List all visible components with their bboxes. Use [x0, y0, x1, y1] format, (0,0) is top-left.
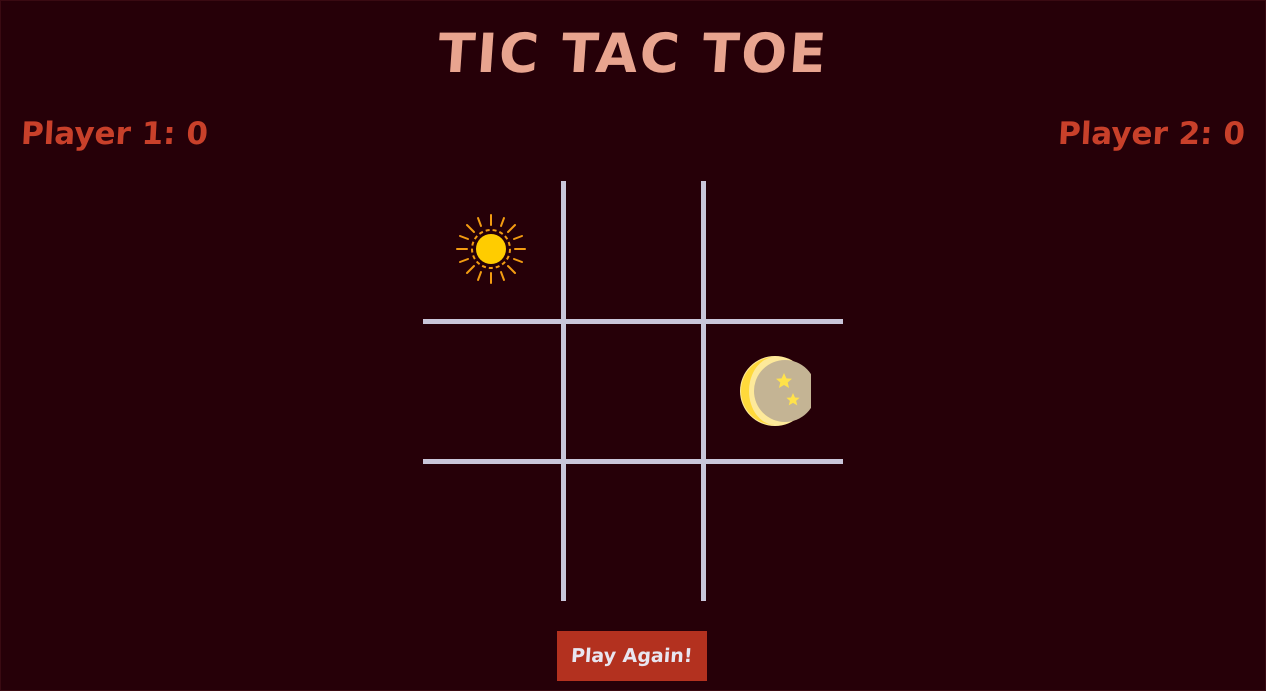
board-cell-4[interactable]	[565, 323, 701, 459]
player1-score: Player 1: 0	[20, 116, 209, 152]
board-cell-3[interactable]	[423, 323, 559, 459]
board-cell-1[interactable]	[565, 181, 701, 317]
board-cell-2[interactable]	[707, 181, 843, 317]
play-again-label: Play Again!	[570, 645, 694, 667]
board-cell-7[interactable]	[565, 465, 701, 601]
play-again-button[interactable]: Play Again!	[557, 631, 707, 681]
game-board	[423, 181, 843, 601]
board-cell-6[interactable]	[423, 465, 559, 601]
player2-score: Player 2: 0	[1057, 116, 1246, 152]
grid-line-horizontal-2	[423, 459, 843, 464]
board-cell-8[interactable]	[707, 465, 843, 601]
board-cell-0[interactable]	[423, 181, 559, 317]
sun-icon	[456, 214, 526, 284]
moon-icon	[740, 356, 811, 426]
board-cell-5[interactable]	[707, 323, 843, 459]
page-title: TIC TAC TOE	[435, 22, 831, 85]
grid-line-vertical-2	[701, 181, 706, 601]
